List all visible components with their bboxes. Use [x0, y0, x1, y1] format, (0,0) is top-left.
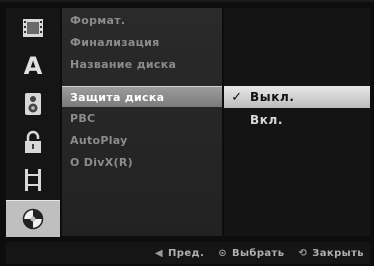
rail-item-disc[interactable] — [6, 200, 60, 237]
option-on-label: Вкл. — [250, 113, 284, 127]
speaker-icon — [25, 93, 41, 115]
disc-icon — [22, 208, 44, 230]
hint-select-label: Выбрать — [231, 247, 285, 259]
option-off[interactable]: ✓ Выкл. — [224, 86, 370, 108]
enter-button-icon: ⊙ — [218, 247, 227, 259]
option-off-label: Выкл. — [250, 90, 295, 104]
hint-bar: ◀ Пред. ⊙ Выбрать ⟲ Закрыть — [6, 242, 370, 264]
menu-item-disc-name[interactable]: Название диска — [62, 54, 222, 75]
padlock-icon — [25, 130, 41, 153]
checkmark-icon: ✓ — [231, 89, 243, 105]
option-submenu: ✓ Выкл. Вкл. — [224, 8, 370, 236]
return-icon: ⟲ — [298, 247, 308, 259]
hint-close-label: Закрыть — [312, 247, 364, 259]
menu-item-about-divx[interactable]: О DivX(R) — [62, 152, 222, 173]
rail-item-lock[interactable] — [6, 124, 60, 160]
film-strip-icon — [25, 169, 41, 191]
category-rail: A — [6, 8, 60, 237]
rail-item-audio[interactable] — [6, 86, 60, 122]
hint-prev-label: Пред. — [168, 247, 205, 259]
hint-close: ⟲ Закрыть — [298, 248, 364, 259]
option-on[interactable]: Вкл. — [224, 109, 370, 131]
menu-item-format[interactable]: Формат. — [62, 10, 222, 31]
menu-item-finalize[interactable]: Финализация — [62, 32, 222, 53]
menu-item-autoplay[interactable]: AutoPlay — [62, 130, 222, 151]
disc-settings-menu: Формат. Финализация Название диска Защит… — [62, 8, 222, 236]
menu-item-disc-protect[interactable]: Защита диска — [62, 86, 222, 107]
hint-select: ⊙ Выбрать — [218, 248, 284, 259]
menu-item-pbc[interactable]: PBC — [62, 108, 222, 129]
rail-item-language[interactable]: A — [6, 48, 60, 84]
letter-a-icon: A — [23, 52, 43, 80]
film-icon — [23, 19, 43, 37]
rail-item-recording[interactable] — [6, 162, 60, 198]
hint-prev: ◀ Пред. — [155, 248, 204, 259]
setup-screen: A Формат. Финализация Название диска Защ… — [0, 0, 374, 266]
left-arrow-icon: ◀ — [154, 247, 163, 259]
rail-item-film[interactable] — [6, 10, 60, 46]
